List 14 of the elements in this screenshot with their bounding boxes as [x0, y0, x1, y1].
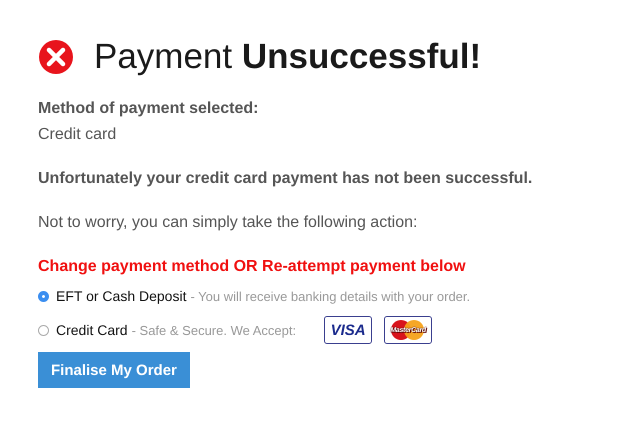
method-value: Credit card [38, 126, 118, 144]
option-label[interactable]: EFT or Cash Deposit [56, 288, 186, 304]
page-title: Payment Unsuccessful! [94, 36, 482, 78]
info-message: Not to worry, you can simply take the following action: [38, 214, 418, 232]
action-heading: Change payment method OR Re-attempt payment below [38, 258, 467, 276]
error-icon [38, 39, 74, 75]
method-label: Method of payment selected: [38, 100, 260, 118]
option-label[interactable]: Credit Card [56, 322, 128, 338]
option-note: - You will receive banking details with your order. [190, 288, 470, 304]
radio-button[interactable] [38, 324, 49, 336]
visa-logo: VISA [324, 316, 372, 344]
failure-message: Unfortunately your credit card payment has not been successful. [38, 170, 534, 188]
radio-button[interactable] [38, 290, 49, 302]
option-note: - Safe & Secure. We Accept: [132, 322, 296, 338]
